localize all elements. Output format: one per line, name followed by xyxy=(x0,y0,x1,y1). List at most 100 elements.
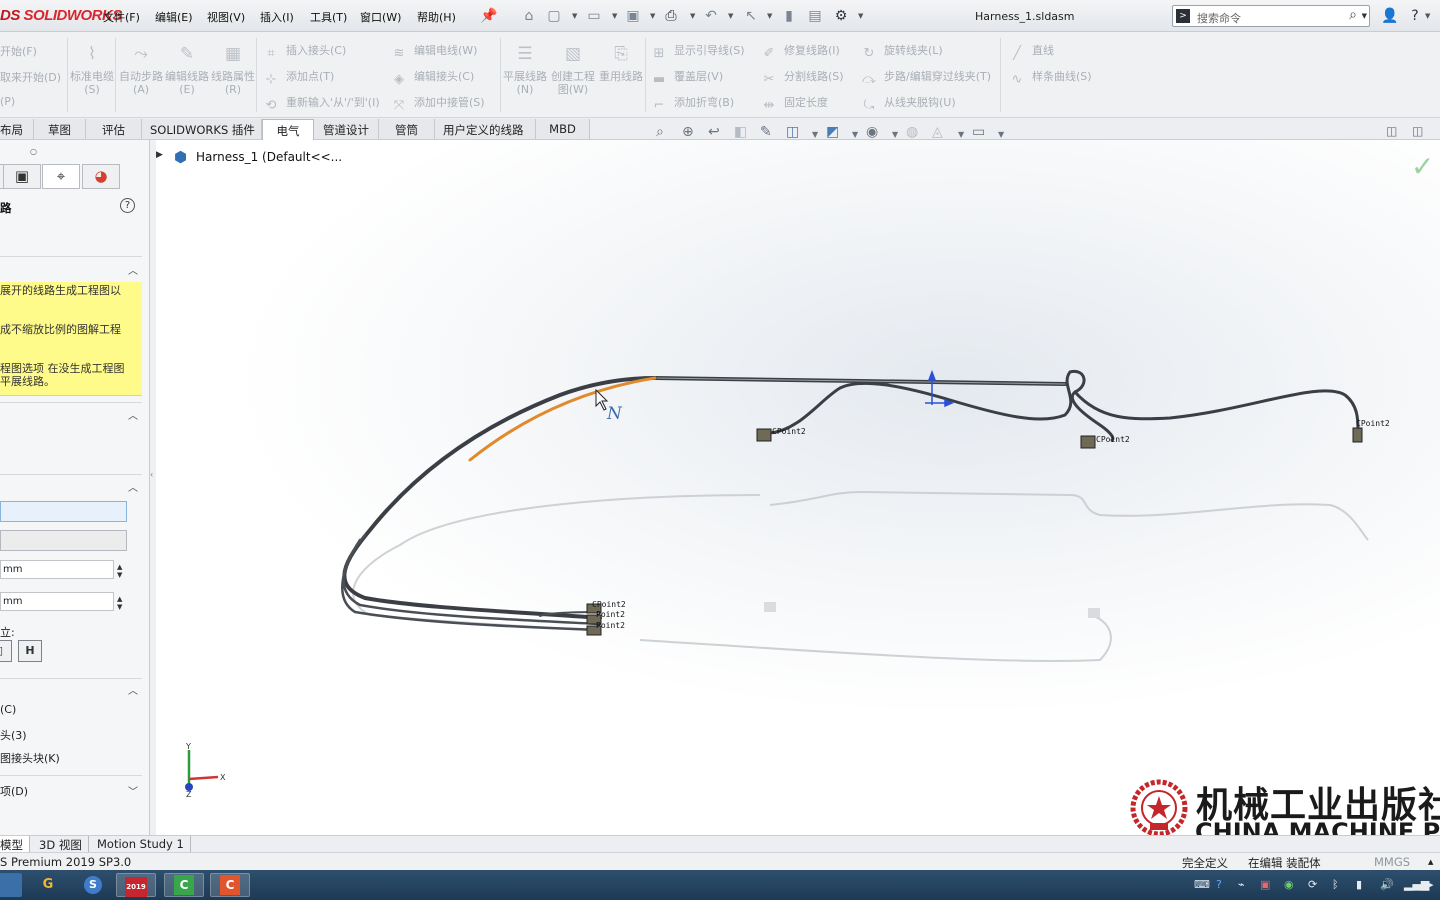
zoom-to-fit-icon[interactable]: ⌕ xyxy=(656,124,664,140)
position-option-button-1[interactable]: ▯ xyxy=(0,640,12,662)
chevron-down-icon[interactable]: ▼ xyxy=(958,130,964,139)
save-icon[interactable]: ▣ xyxy=(624,7,642,25)
tab-user-defined-route[interactable]: 用户定义的线路 xyxy=(435,119,536,139)
chevron-down-icon[interactable]: ▼ xyxy=(767,12,772,20)
expand-panel-icon[interactable]: ◫ xyxy=(1412,124,1423,138)
help-icon[interactable]: ? xyxy=(1406,7,1424,25)
line-button[interactable]: ╱ 直线 xyxy=(1008,42,1054,62)
tab-tubing[interactable]: 管筒 xyxy=(379,119,435,139)
menu-window[interactable]: 窗口(W) xyxy=(360,9,401,25)
option-item[interactable]: 头(3) xyxy=(0,727,27,743)
dynamic-annotation-icon[interactable]: ✎ xyxy=(760,124,772,140)
add-point-button[interactable]: ⊹ 添加点(T) xyxy=(262,68,335,88)
panel-grip-icon[interactable]: ○ xyxy=(30,147,37,156)
tray-app-icon[interactable]: ▣ xyxy=(1260,878,1270,891)
chevron-up-icon[interactable]: ︿ xyxy=(128,479,138,494)
taskbar-app-c-green[interactable]: C xyxy=(164,873,204,897)
chevron-up-icon[interactable]: ︿ xyxy=(128,262,138,277)
auto-route-button[interactable]: ⤳ 自动步路(A) xyxy=(118,46,164,97)
keyboard-icon[interactable]: ⌨ xyxy=(1194,878,1210,891)
menu-view[interactable]: 视图(V) xyxy=(207,9,245,25)
pin-icon[interactable]: 📌 xyxy=(480,7,498,25)
tray-app-icon[interactable]: ◉ xyxy=(1284,878,1294,891)
show-guidelines-button[interactable]: ⊞ 显示引导线(S) xyxy=(650,42,745,62)
menu-tools[interactable]: 工具(T) xyxy=(310,9,347,25)
unhook-clip-button[interactable]: ⤿ 从线夹脱钩(U) xyxy=(860,94,956,114)
unit-system[interactable]: MMGS xyxy=(1374,855,1410,869)
length-input-2[interactable]: mm xyxy=(0,592,114,611)
select-cursor-icon[interactable]: ↖ xyxy=(742,7,760,25)
user-account-icon[interactable]: 👤 xyxy=(1381,7,1399,25)
connectors[interactable] xyxy=(586,427,1363,636)
standard-cable-button[interactable]: ⌇ 标准电缆(S) xyxy=(69,46,115,97)
route-properties-button[interactable]: ▦ 线路属性(R) xyxy=(210,46,256,97)
menu-help[interactable]: 帮助(H) xyxy=(417,9,456,25)
volume-icon[interactable]: 🔊 xyxy=(1380,878,1394,891)
option-item[interactable]: (C) xyxy=(0,703,16,716)
chevron-down-icon[interactable]: ▼ xyxy=(812,130,818,139)
menu-insert[interactable]: 插入(I) xyxy=(260,9,294,25)
connector[interactable] xyxy=(1352,427,1363,443)
connector[interactable] xyxy=(756,428,772,442)
menu-file[interactable]: 文件(F) xyxy=(103,9,140,25)
expand-arrow-icon[interactable]: ▶ xyxy=(156,150,163,160)
covering-button[interactable]: ▬ 覆盖层(V) xyxy=(650,68,723,88)
chevron-down-icon[interactable]: ﹀ xyxy=(128,783,138,798)
chevron-down-icon[interactable]: ▼ xyxy=(998,130,1004,139)
harness-route-drawing[interactable]: CPoint2 CPoint2 CPoint2 CPoint2 Point2 P… xyxy=(156,140,1440,835)
zoom-to-area-icon[interactable]: ⊕ xyxy=(682,124,694,140)
chevron-down-icon[interactable]: ▼ xyxy=(858,12,863,20)
spinner-icon[interactable]: ▲ ▼ xyxy=(117,563,122,579)
edit-appearance-icon[interactable]: ◍ xyxy=(906,124,918,140)
split-route-button[interactable]: ✂ 分割线路(S) xyxy=(760,68,844,88)
add-bend-button[interactable]: ⌐ 添加折弯(B) xyxy=(650,94,735,114)
chevron-down-icon[interactable]: ▼ xyxy=(690,12,695,20)
display-manager-tab[interactable]: ◕ xyxy=(82,164,120,189)
options-gear-icon[interactable]: ⚙ xyxy=(832,7,850,25)
reimport-from-to-button[interactable]: ⟲ 重新输入'从'/'到'(I) xyxy=(262,94,380,114)
chevron-down-icon[interactable]: ▼ xyxy=(892,130,898,139)
rebuild-icon[interactable]: ▮ xyxy=(780,7,798,25)
connector[interactable] xyxy=(1080,435,1096,449)
search-icon[interactable]: ⌕ xyxy=(1349,7,1357,23)
rotate-clip-button[interactable]: ↻ 旋转线夹(L) xyxy=(860,42,943,62)
tree-root-label[interactable]: Harness_1 (Default<<... xyxy=(196,150,342,164)
collapse-panel-icon[interactable]: ◫ xyxy=(1386,124,1397,138)
edit-route-button[interactable]: ✎ 编辑线路(E) xyxy=(164,46,210,97)
apply-scene-icon[interactable]: ◬ xyxy=(932,124,943,140)
tab-solidworks-addins[interactable]: SOLIDWORKS 插件 xyxy=(142,119,262,139)
bluetooth-icon[interactable]: ᛒ xyxy=(1332,878,1339,891)
secondary-field[interactable] xyxy=(0,530,127,551)
tab-electrical[interactable]: 电气 xyxy=(262,119,314,140)
selection-field[interactable] xyxy=(0,501,127,522)
tab-evaluate[interactable]: 评估 xyxy=(86,119,142,139)
create-drawing-button[interactable]: ▧ 创建工程图(W) xyxy=(550,46,596,97)
repair-route-button[interactable]: ✐ 修复线路(I) xyxy=(760,42,840,62)
cmd-start-partial[interactable]: 开始(F) xyxy=(0,43,37,59)
graphics-area[interactable]: CPoint2 CPoint2 CPoint2 CPoint2 Point2 P… xyxy=(156,140,1440,835)
confirm-checkmark-icon[interactable]: ✓ xyxy=(1411,150,1434,183)
chevron-down-icon[interactable]: ▼ xyxy=(612,12,617,20)
tab-3d-views[interactable]: 3D 视图 xyxy=(33,836,89,852)
undo-icon[interactable]: ↶ xyxy=(702,7,720,25)
new-document-icon[interactable]: ▢ xyxy=(545,7,563,25)
chevron-down-icon[interactable]: ▼ xyxy=(1362,12,1367,20)
view-orientation-icon[interactable]: ◫ xyxy=(786,124,799,140)
chevron-down-icon[interactable]: ▼ xyxy=(852,130,858,139)
chevron-down-icon[interactable]: ▼ xyxy=(728,12,733,20)
open-folder-icon[interactable]: ▭ xyxy=(585,7,603,25)
network-icon[interactable]: ▂▄▆ xyxy=(1404,878,1429,891)
tab-model[interactable]: 模型 xyxy=(0,836,30,852)
cmd-partial[interactable]: (P) xyxy=(0,95,15,108)
flatten-route-button[interactable]: ☰ 平展线路(N) xyxy=(502,46,548,97)
chevron-down-icon[interactable]: ▼ xyxy=(572,12,577,20)
menu-edit[interactable]: 编辑(E) xyxy=(155,9,193,25)
edit-wires-button[interactable]: ≋ 编辑电线(W) xyxy=(390,42,478,62)
configuration-manager-tab[interactable]: ⌖ xyxy=(42,164,80,189)
harness-wires[interactable] xyxy=(341,369,1360,632)
chevron-down-icon[interactable]: ▼ xyxy=(1425,12,1430,20)
display-style-icon[interactable]: ◩ xyxy=(826,124,839,140)
section-view-icon[interactable]: ◧ xyxy=(734,124,747,140)
help-tray-icon[interactable]: ? xyxy=(1216,878,1222,891)
previous-view-icon[interactable]: ↩ xyxy=(708,124,720,140)
